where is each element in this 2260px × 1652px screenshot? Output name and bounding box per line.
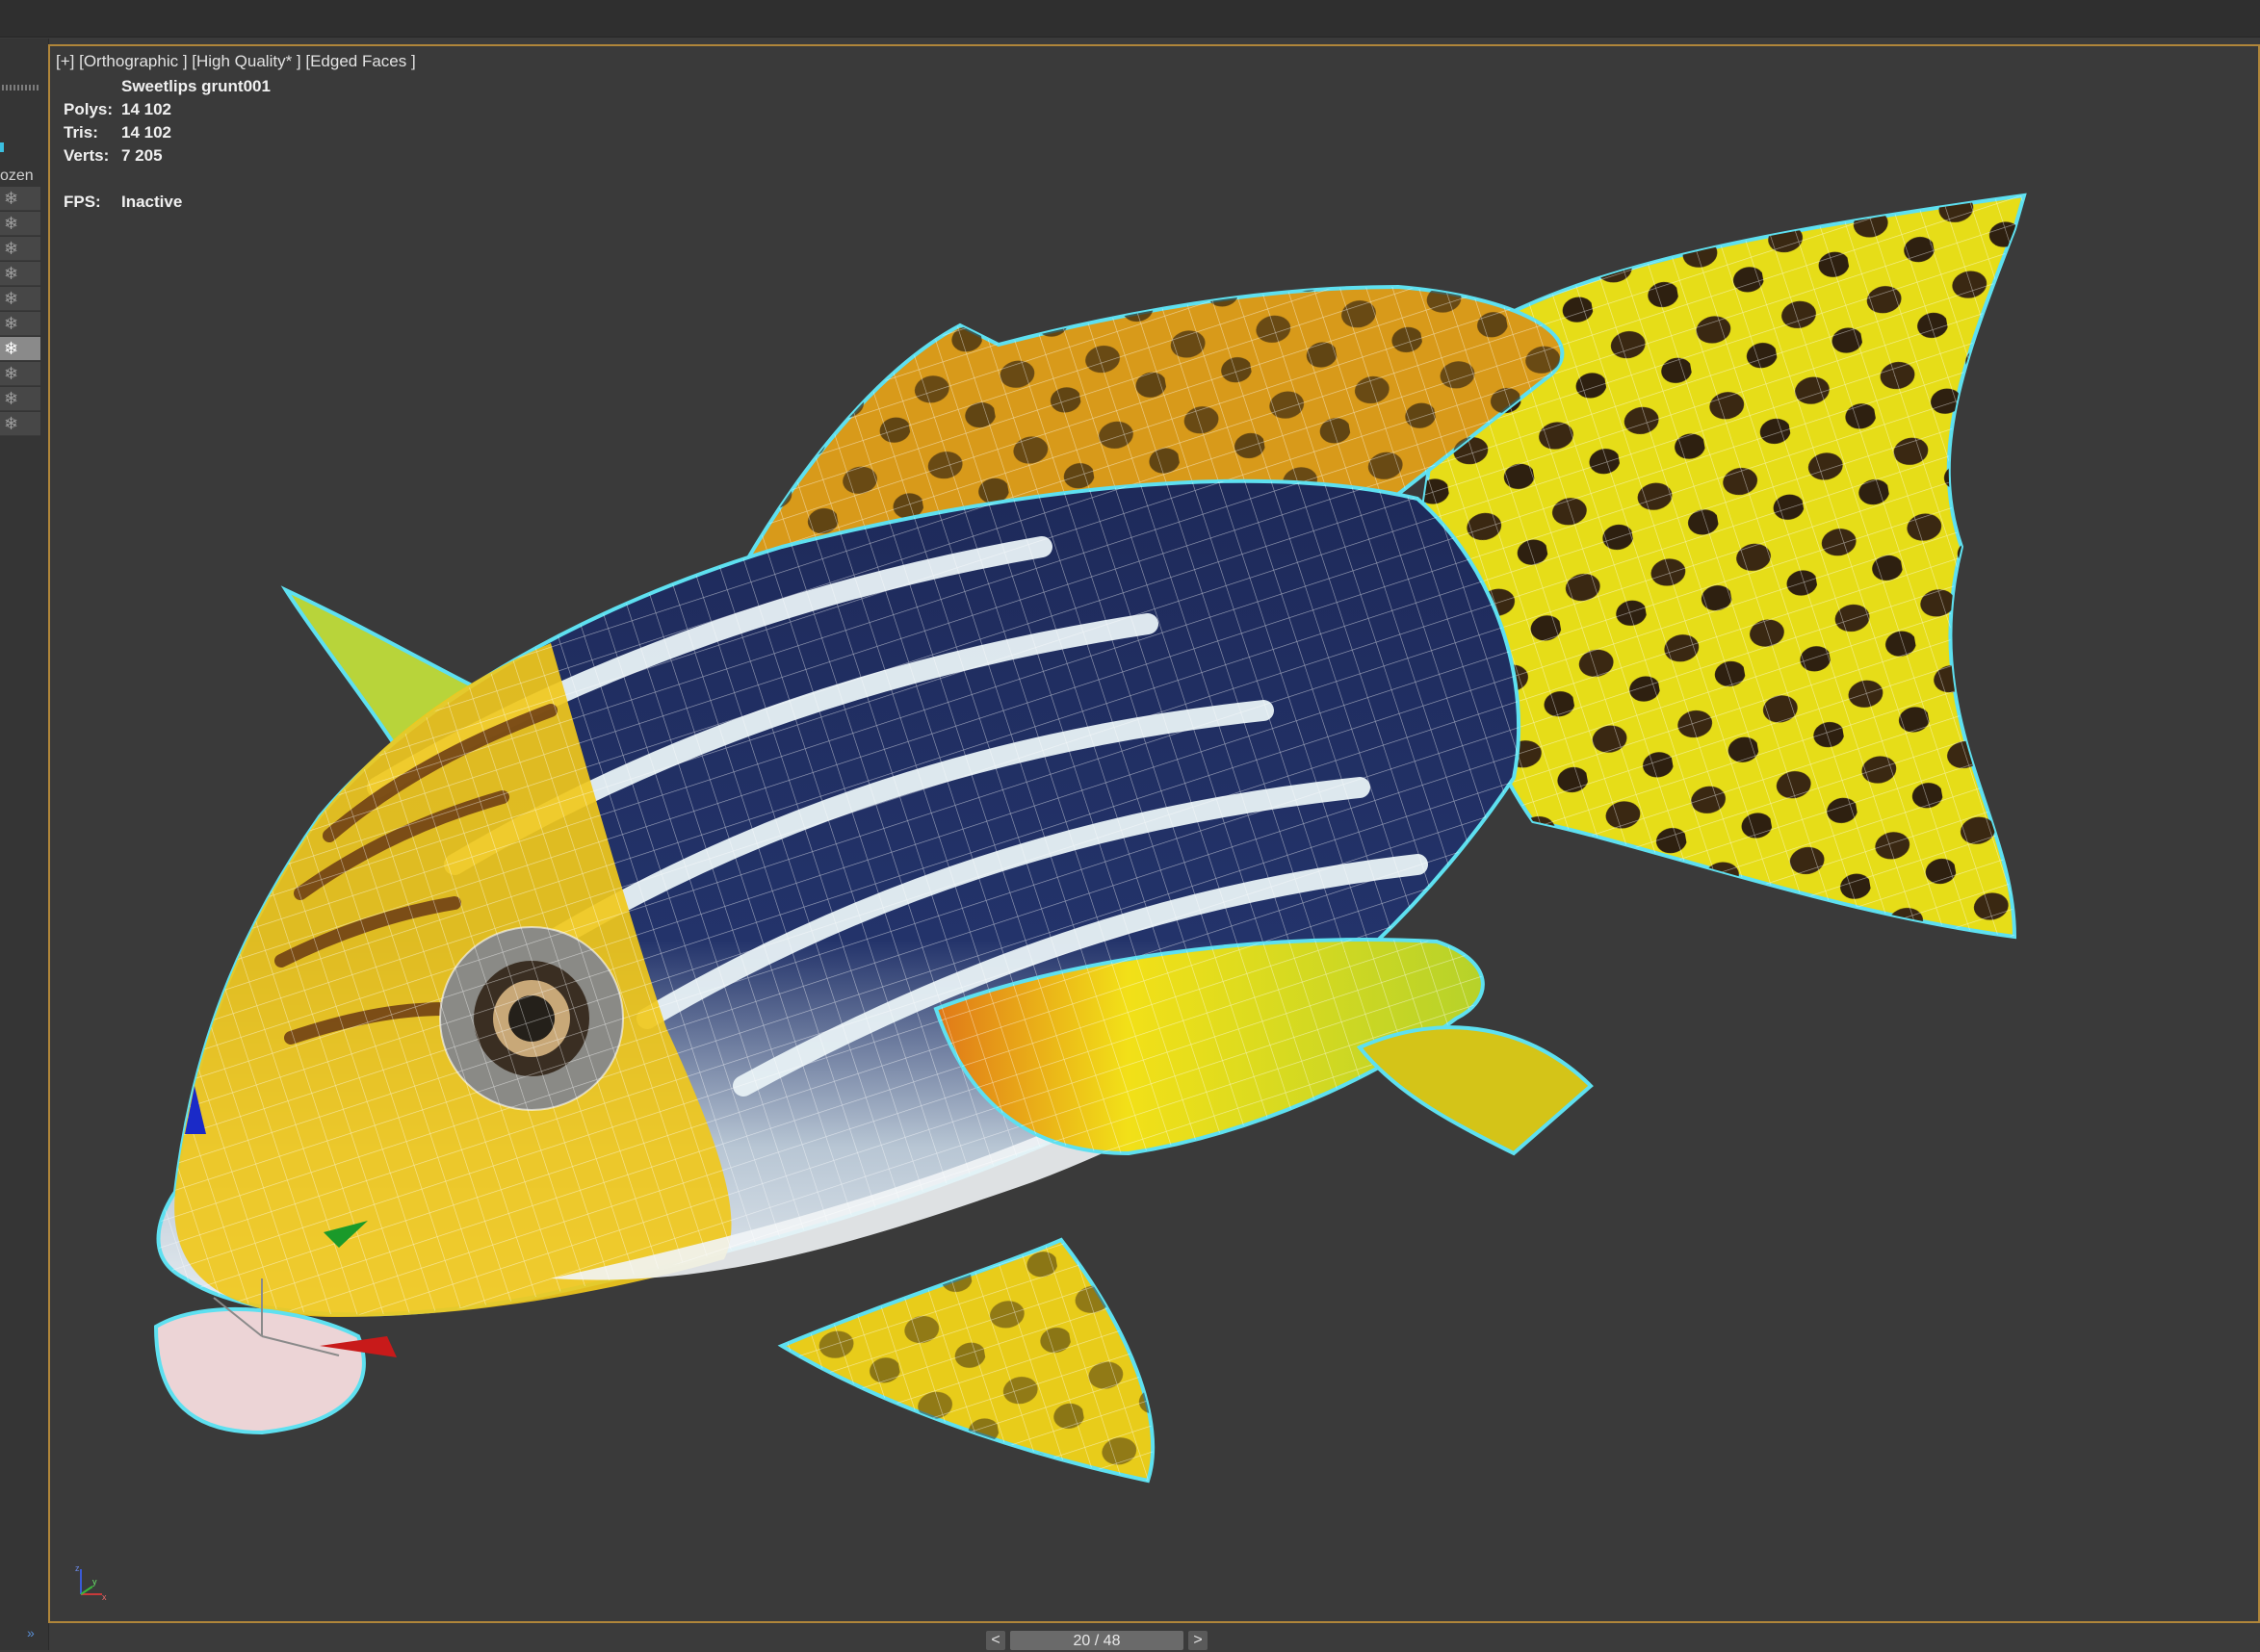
perspective-viewport[interactable]: [+] [Orthographic ] [High Quality* ] [Ed… xyxy=(48,44,2260,1623)
anal-fin xyxy=(1356,1025,1594,1156)
panel-grip-handle[interactable] xyxy=(2,85,39,90)
freeze-toggle-row[interactable]: ❄ xyxy=(0,187,40,211)
snowflake-icon: ❄ xyxy=(4,314,19,333)
axis-tripod-icon: z x y xyxy=(75,1563,107,1602)
next-button[interactable]: > xyxy=(1188,1631,1208,1650)
stat-fps: FPS: Inactive xyxy=(64,193,182,212)
stat-polys: Polys: 14 102 xyxy=(64,100,171,119)
snowflake-icon: ❄ xyxy=(4,339,19,358)
snowflake-icon: ❄ xyxy=(4,414,19,433)
frozen-column-header[interactable]: ozen xyxy=(0,168,34,185)
stat-label: Polys: xyxy=(64,100,114,118)
snowflake-icon: ❄ xyxy=(4,264,19,283)
stat-value: 14 102 xyxy=(121,123,171,142)
top-toolbar xyxy=(0,0,2260,38)
stat-value: 7 205 xyxy=(121,146,163,165)
viewport-label-menu[interactable]: [+] [Orthographic ] [High Quality* ] [Ed… xyxy=(56,52,416,71)
axis-z-label: z xyxy=(75,1563,80,1573)
freeze-toggle-row[interactable]: ❄ xyxy=(0,387,40,411)
freeze-toggle-row[interactable]: ❄ xyxy=(0,262,40,286)
freeze-toggle-row[interactable]: ❄ xyxy=(0,212,40,236)
snowflake-icon: ❄ xyxy=(4,239,19,258)
stat-label: Tris: xyxy=(64,123,98,142)
expand-panel-button[interactable]: » xyxy=(27,1625,35,1640)
page-indicator: 20 / 48 xyxy=(1010,1631,1183,1650)
panel-marker xyxy=(0,142,4,152)
stat-label: Verts: xyxy=(64,146,110,165)
freeze-toggle-row[interactable]: ❄ xyxy=(0,362,40,386)
stat-value: 14 102 xyxy=(121,100,171,118)
axis-x-label: x xyxy=(102,1592,107,1602)
snowflake-icon: ❄ xyxy=(4,389,19,408)
stat-value: Inactive xyxy=(121,193,183,211)
fish-model-render[interactable] xyxy=(50,46,2260,1623)
scene-explorer-panel: ozen ❄ ❄ ❄ ❄ ❄ ❄ ❄ ❄ ❄ ❄ » xyxy=(0,39,49,1650)
pelvic-fin xyxy=(777,1237,1156,1484)
fish-eye xyxy=(439,926,624,1111)
snowflake-icon: ❄ xyxy=(4,364,19,383)
freeze-toggle-row[interactable]: ❄ xyxy=(0,412,40,436)
freeze-toggle-row[interactable]: ❄ xyxy=(0,237,40,261)
axis-y-label: y xyxy=(92,1577,97,1587)
selected-object-name: Sweetlips grunt001 xyxy=(121,77,271,95)
freeze-toggle-row[interactable]: ❄ xyxy=(0,287,40,311)
stat-tris: Tris: 14 102 xyxy=(64,123,171,142)
snowflake-icon: ❄ xyxy=(4,289,19,308)
freeze-toggle-row[interactable]: ❄ xyxy=(0,312,40,336)
freeze-toggle-row-selected[interactable]: ❄ xyxy=(0,337,40,361)
stat-label: FPS: xyxy=(64,193,101,211)
stat-verts: Verts: 7 205 xyxy=(64,146,163,166)
snowflake-icon: ❄ xyxy=(4,189,19,208)
snowflake-icon: ❄ xyxy=(4,214,19,233)
prev-button[interactable]: < xyxy=(986,1631,1005,1650)
